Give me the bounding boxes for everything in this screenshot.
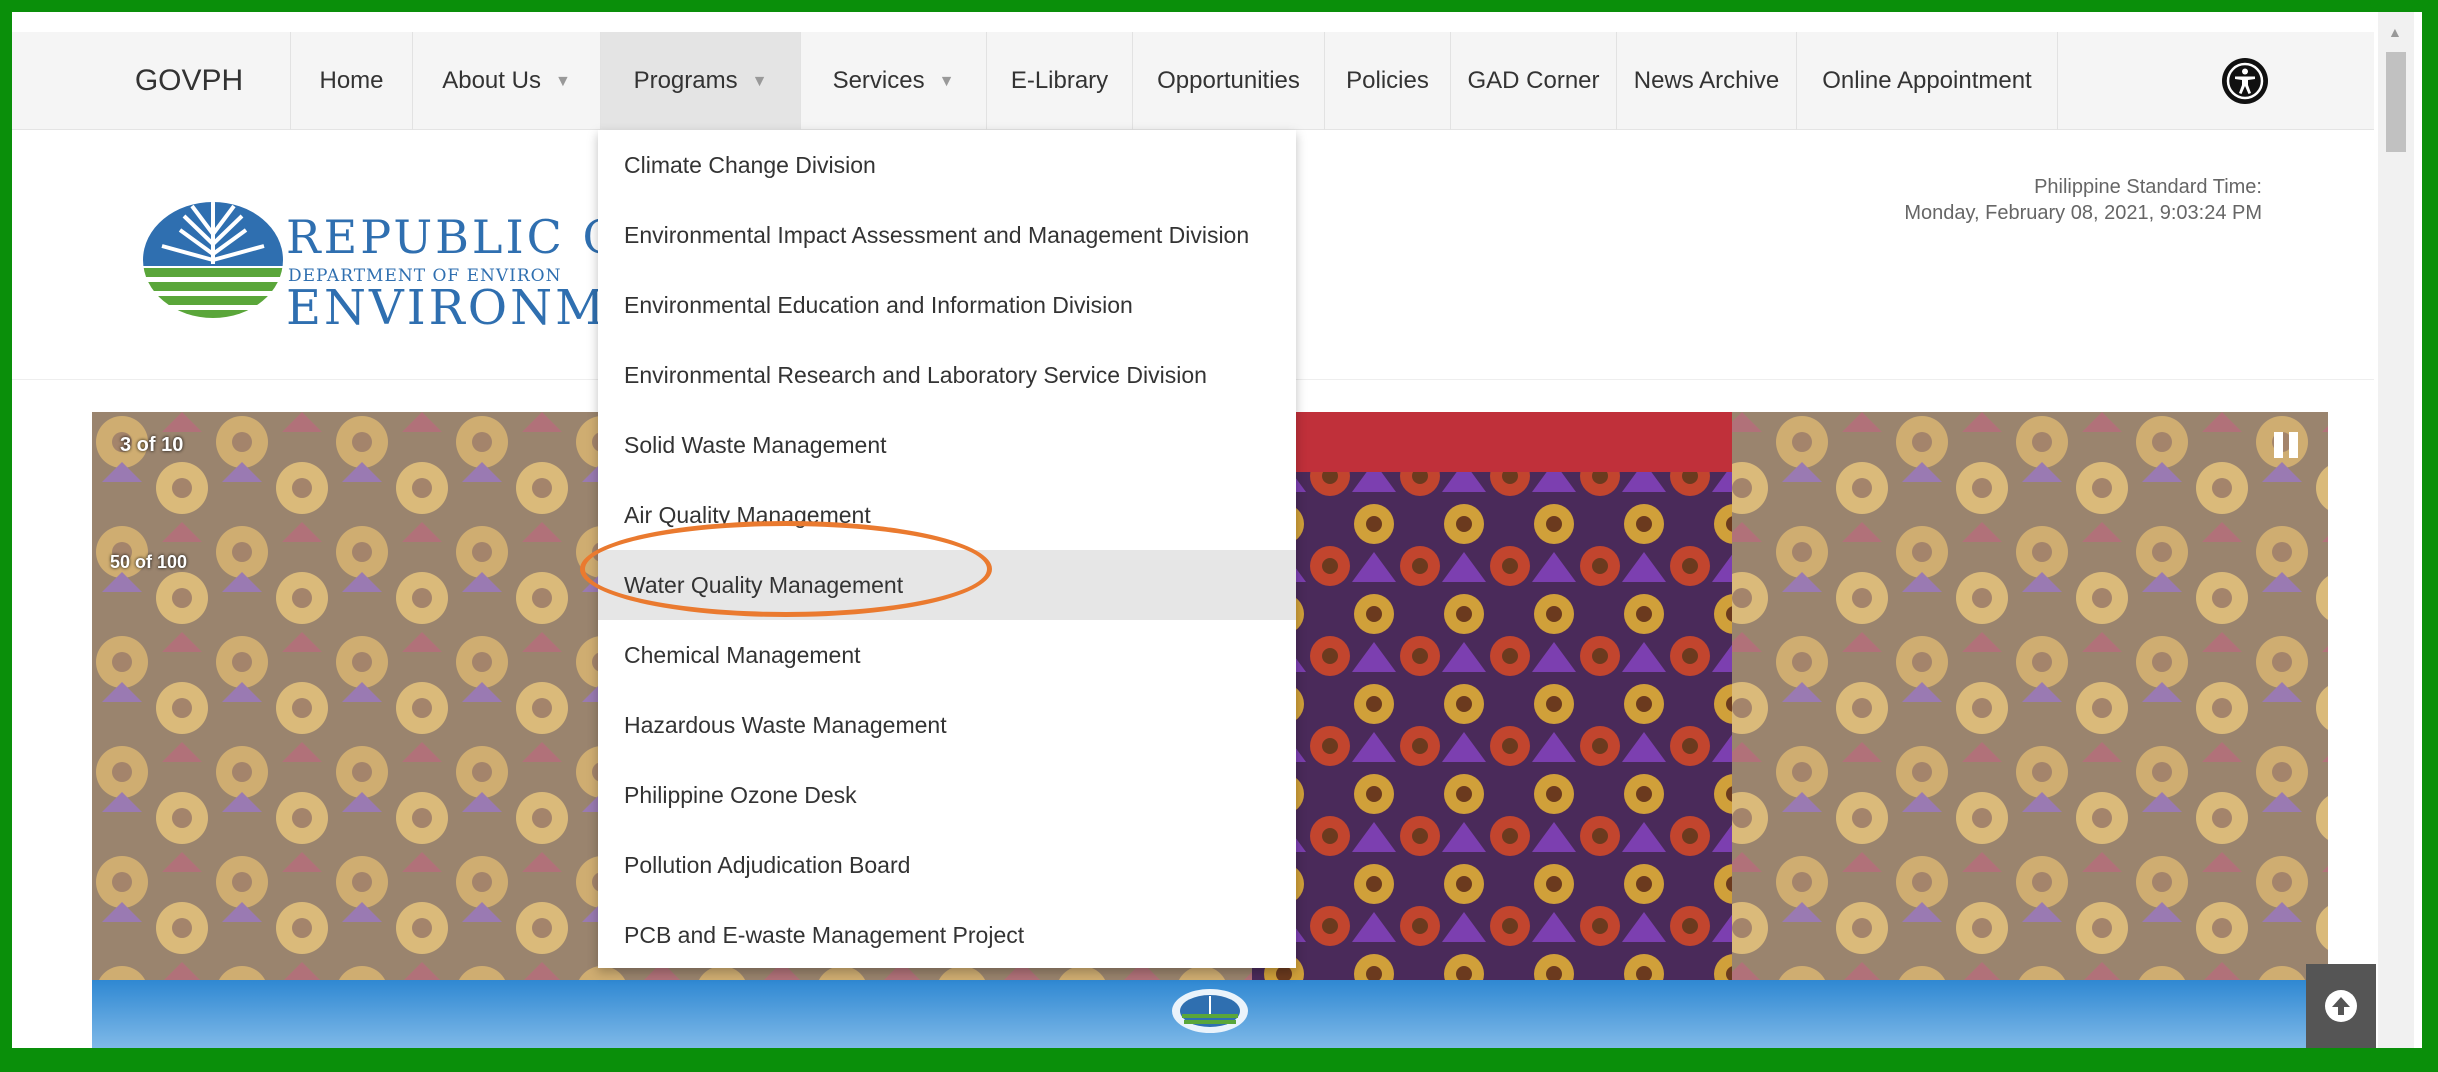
- scroll-up-arrow-icon[interactable]: ▲: [2388, 24, 2402, 40]
- back-to-top-button[interactable]: [2306, 964, 2376, 1048]
- nav-programs-label: Programs: [633, 67, 738, 94]
- nav-gad-corner-label: GAD Corner: [1467, 67, 1600, 94]
- browser-viewport: GOVPH Home About Us ▼ Programs ▼ Services ▼…: [12, 12, 2422, 1048]
- govph-brand-link[interactable]: GOVPH: [124, 32, 254, 130]
- chevron-down-icon: ▼: [751, 72, 768, 90]
- menu-item-pcb-e-waste-management[interactable]: PCB and E-waste Management Project: [598, 900, 1296, 970]
- govph-brand: GOVPH: [134, 64, 244, 97]
- nav-services[interactable]: Services ▼: [800, 32, 986, 130]
- nav-programs[interactable]: Programs ▼: [600, 32, 800, 130]
- nav-opportunities-label: Opportunities: [1157, 67, 1300, 94]
- nav-opportunities[interactable]: Opportunities: [1132, 32, 1324, 130]
- nav-policies-label: Policies: [1346, 67, 1429, 94]
- nav-about-us-label: About Us: [442, 67, 541, 94]
- slide-secondary-counter: 50 of 100: [110, 552, 188, 572]
- denr-seal-icon: [143, 202, 283, 318]
- nav-e-library-label: E-Library: [1010, 67, 1109, 94]
- menu-item-chemical-management[interactable]: Chemical Management: [598, 620, 1296, 690]
- nav-policies[interactable]: Policies: [1324, 32, 1450, 130]
- nav-about-us[interactable]: About Us ▼: [412, 32, 600, 130]
- accessibility-icon: [2226, 62, 2264, 100]
- footer-banner-strip: [92, 980, 2328, 1048]
- nav-home-label: Home: [319, 67, 384, 94]
- nav-news-archive-label: News Archive: [1633, 67, 1780, 94]
- highlight-annotation-ring: [580, 521, 992, 617]
- menu-item-erlsd[interactable]: Environmental Research and Laboratory Se…: [598, 340, 1296, 410]
- page-scrollbar[interactable]: ▲: [2378, 12, 2414, 1048]
- nav-services-label: Services: [832, 67, 925, 94]
- slide-counter: 3 of 10: [120, 434, 184, 456]
- menu-item-eeid[interactable]: Environmental Education and Information …: [598, 270, 1296, 340]
- scroll-thumb[interactable]: [2386, 52, 2406, 152]
- menu-item-pollution-adjudication-board[interactable]: Pollution Adjudication Board: [598, 830, 1296, 900]
- accessibility-button[interactable]: [2222, 58, 2268, 104]
- top-navbar: GOVPH Home About Us ▼ Programs ▼ Services ▼…: [12, 32, 2374, 130]
- pst-datetime: Monday, February 08, 2021, 9:03:24 PM: [1904, 202, 2262, 224]
- nav-e-library[interactable]: E-Library: [986, 32, 1132, 130]
- menu-item-hazardous-waste-management[interactable]: Hazardous Waste Management: [598, 690, 1296, 760]
- menu-item-solid-waste-management[interactable]: Solid Waste Management: [598, 410, 1296, 480]
- nav-home[interactable]: Home: [290, 32, 412, 130]
- nav-online-appointment[interactable]: Online Appointment: [1796, 32, 2058, 130]
- denr-small-seal-icon: [1172, 989, 1248, 1033]
- nav-news-archive[interactable]: News Archive: [1616, 32, 1796, 130]
- menu-item-eiamd[interactable]: Environmental Impact Assessment and Mana…: [598, 200, 1296, 270]
- pst-label: Philippine Standard Time:: [2034, 176, 2262, 198]
- chevron-down-icon: ▼: [554, 72, 571, 90]
- menu-item-philippine-ozone-desk[interactable]: Philippine Ozone Desk: [598, 760, 1296, 830]
- nav-online-appointment-label: Online Appointment: [1822, 67, 2032, 94]
- arrow-up-circle-icon: [2325, 990, 2357, 1022]
- green-frame: GOVPH Home About Us ▼ Programs ▼ Services ▼…: [0, 0, 2438, 1072]
- denr-logo[interactable]: [140, 194, 286, 334]
- pause-button[interactable]: [2272, 430, 2300, 460]
- menu-item-climate-change-division[interactable]: Climate Change Division: [598, 130, 1296, 200]
- chevron-down-icon: ▼: [938, 72, 955, 90]
- pause-icon: [2274, 432, 2298, 458]
- nav-gad-corner[interactable]: GAD Corner: [1450, 32, 1616, 130]
